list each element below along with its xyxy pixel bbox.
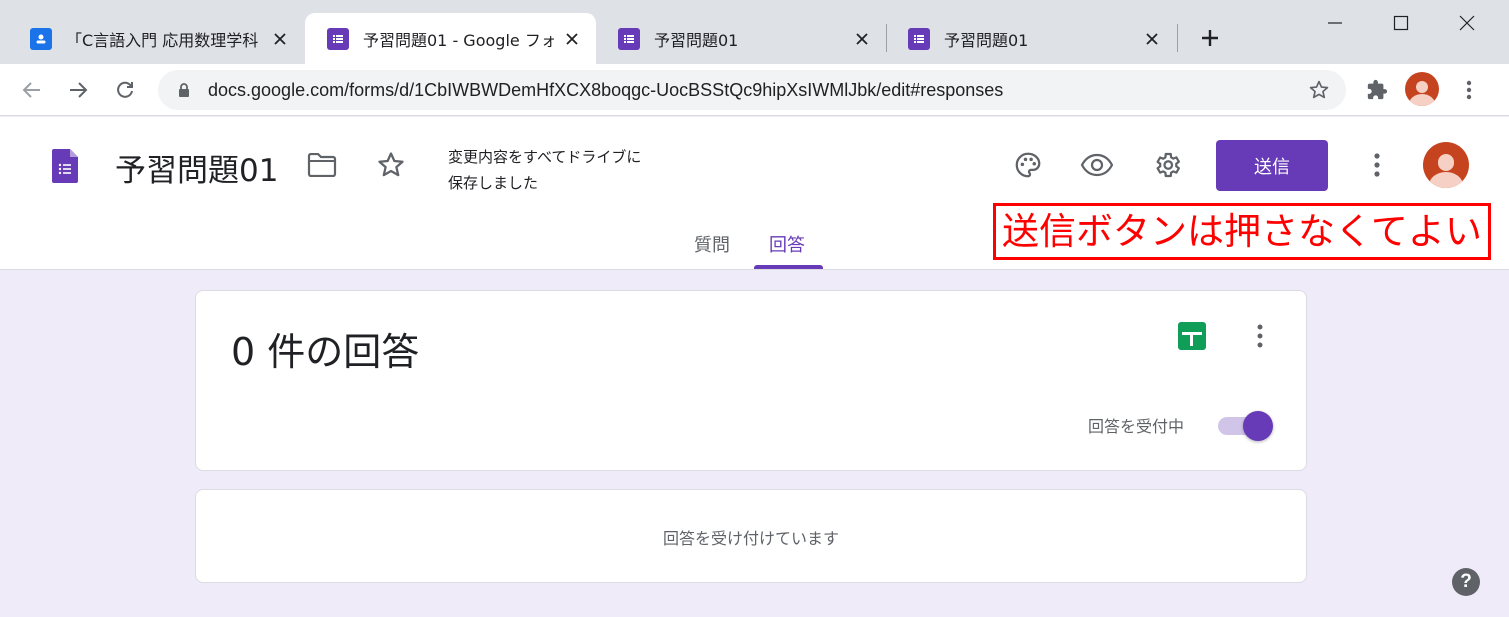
active-tab-indicator	[754, 265, 823, 269]
back-arrow-icon[interactable]	[18, 76, 46, 104]
sheets-icon[interactable]	[1178, 322, 1206, 350]
response-count-title: 0 件の回答	[231, 330, 420, 374]
empty-state-message: 回答を受け付けています	[662, 529, 839, 548]
close-icon[interactable]	[562, 29, 582, 49]
preview-eye-icon[interactable]	[1080, 148, 1114, 182]
browser-menu-icon[interactable]	[1455, 76, 1483, 104]
save-status-line1: 変更内容をすべてドライブに	[448, 148, 642, 166]
responses-summary-card: 0 件の回答 回答を受付中	[195, 290, 1307, 471]
browser-tab-forms-2[interactable]: 予習問題01	[596, 13, 886, 64]
classroom-icon	[30, 27, 52, 50]
more-vert-icon[interactable]	[1360, 148, 1394, 182]
forms-doc-icon[interactable]	[52, 149, 78, 183]
tab-questions[interactable]: 質問	[694, 231, 730, 257]
tab-separator	[1177, 24, 1178, 52]
account-avatar[interactable]	[1423, 142, 1469, 188]
star-icon[interactable]	[374, 148, 408, 182]
save-status-line2: 保存しました	[448, 174, 539, 192]
forms-icon	[327, 27, 349, 50]
tab-title: 「C言語入門 応用数理学科	[66, 30, 259, 50]
tab-responses[interactable]: 回答	[769, 231, 805, 257]
minimize-icon[interactable]	[1320, 8, 1350, 38]
close-icon[interactable]	[1142, 29, 1162, 49]
reload-icon[interactable]	[111, 76, 139, 104]
bookmark-star-icon[interactable]	[1308, 79, 1330, 101]
toggle-thumb	[1243, 411, 1273, 441]
browser-toolbar: docs.google.com/forms/d/1CbIWBWDemHfXCX8…	[0, 64, 1509, 116]
annotation-callout: 送信ボタンは押さなくてよい	[993, 203, 1491, 260]
tab-title: 予習問題01	[944, 30, 1029, 50]
tab-title: 予習問題01 - Google フォー	[363, 30, 554, 50]
maximize-icon[interactable]	[1386, 8, 1416, 38]
new-tab-button[interactable]	[1196, 24, 1224, 52]
close-icon[interactable]	[852, 29, 872, 49]
responses-empty-card: 回答を受け付けています	[195, 489, 1307, 583]
folder-icon[interactable]	[305, 148, 339, 182]
address-bar[interactable]: docs.google.com/forms/d/1CbIWBWDemHfXCX8…	[158, 70, 1346, 110]
browser-profile-avatar[interactable]	[1405, 72, 1439, 106]
url-text[interactable]: docs.google.com/forms/d/1CbIWBWDemHfXCX8…	[208, 80, 1003, 101]
forms-icon	[908, 27, 930, 50]
form-title[interactable]: 予習問題01	[115, 145, 278, 190]
window-close-icon[interactable]	[1452, 8, 1482, 38]
forward-arrow-icon[interactable]	[64, 76, 92, 104]
settings-gear-icon[interactable]	[1150, 148, 1184, 182]
lock-icon[interactable]	[176, 82, 192, 98]
accepting-responses-toggle[interactable]	[1218, 411, 1273, 441]
browser-tab-strip: 「C言語入門 応用数理学科 予習問題01 - Google フォー 予習問題01…	[0, 0, 1509, 64]
help-icon[interactable]: ?	[1452, 568, 1480, 596]
forms-icon	[618, 27, 640, 50]
browser-tab-forms-3[interactable]: 予習問題01	[886, 13, 1176, 64]
browser-tab-classroom[interactable]: 「C言語入門 応用数理学科	[8, 13, 304, 64]
send-button[interactable]: 送信	[1216, 140, 1328, 191]
more-vert-icon[interactable]	[1248, 322, 1272, 350]
palette-icon[interactable]	[1011, 148, 1045, 182]
tab-title: 予習問題01	[654, 30, 739, 50]
browser-tab-forms-active[interactable]: 予習問題01 - Google フォー	[305, 13, 596, 64]
close-icon[interactable]	[270, 29, 290, 49]
accepting-responses-label: 回答を受付中	[1088, 417, 1185, 436]
save-status: 変更内容をすべてドライブに 保存しました	[448, 144, 641, 196]
extensions-puzzle-icon[interactable]	[1363, 76, 1391, 104]
